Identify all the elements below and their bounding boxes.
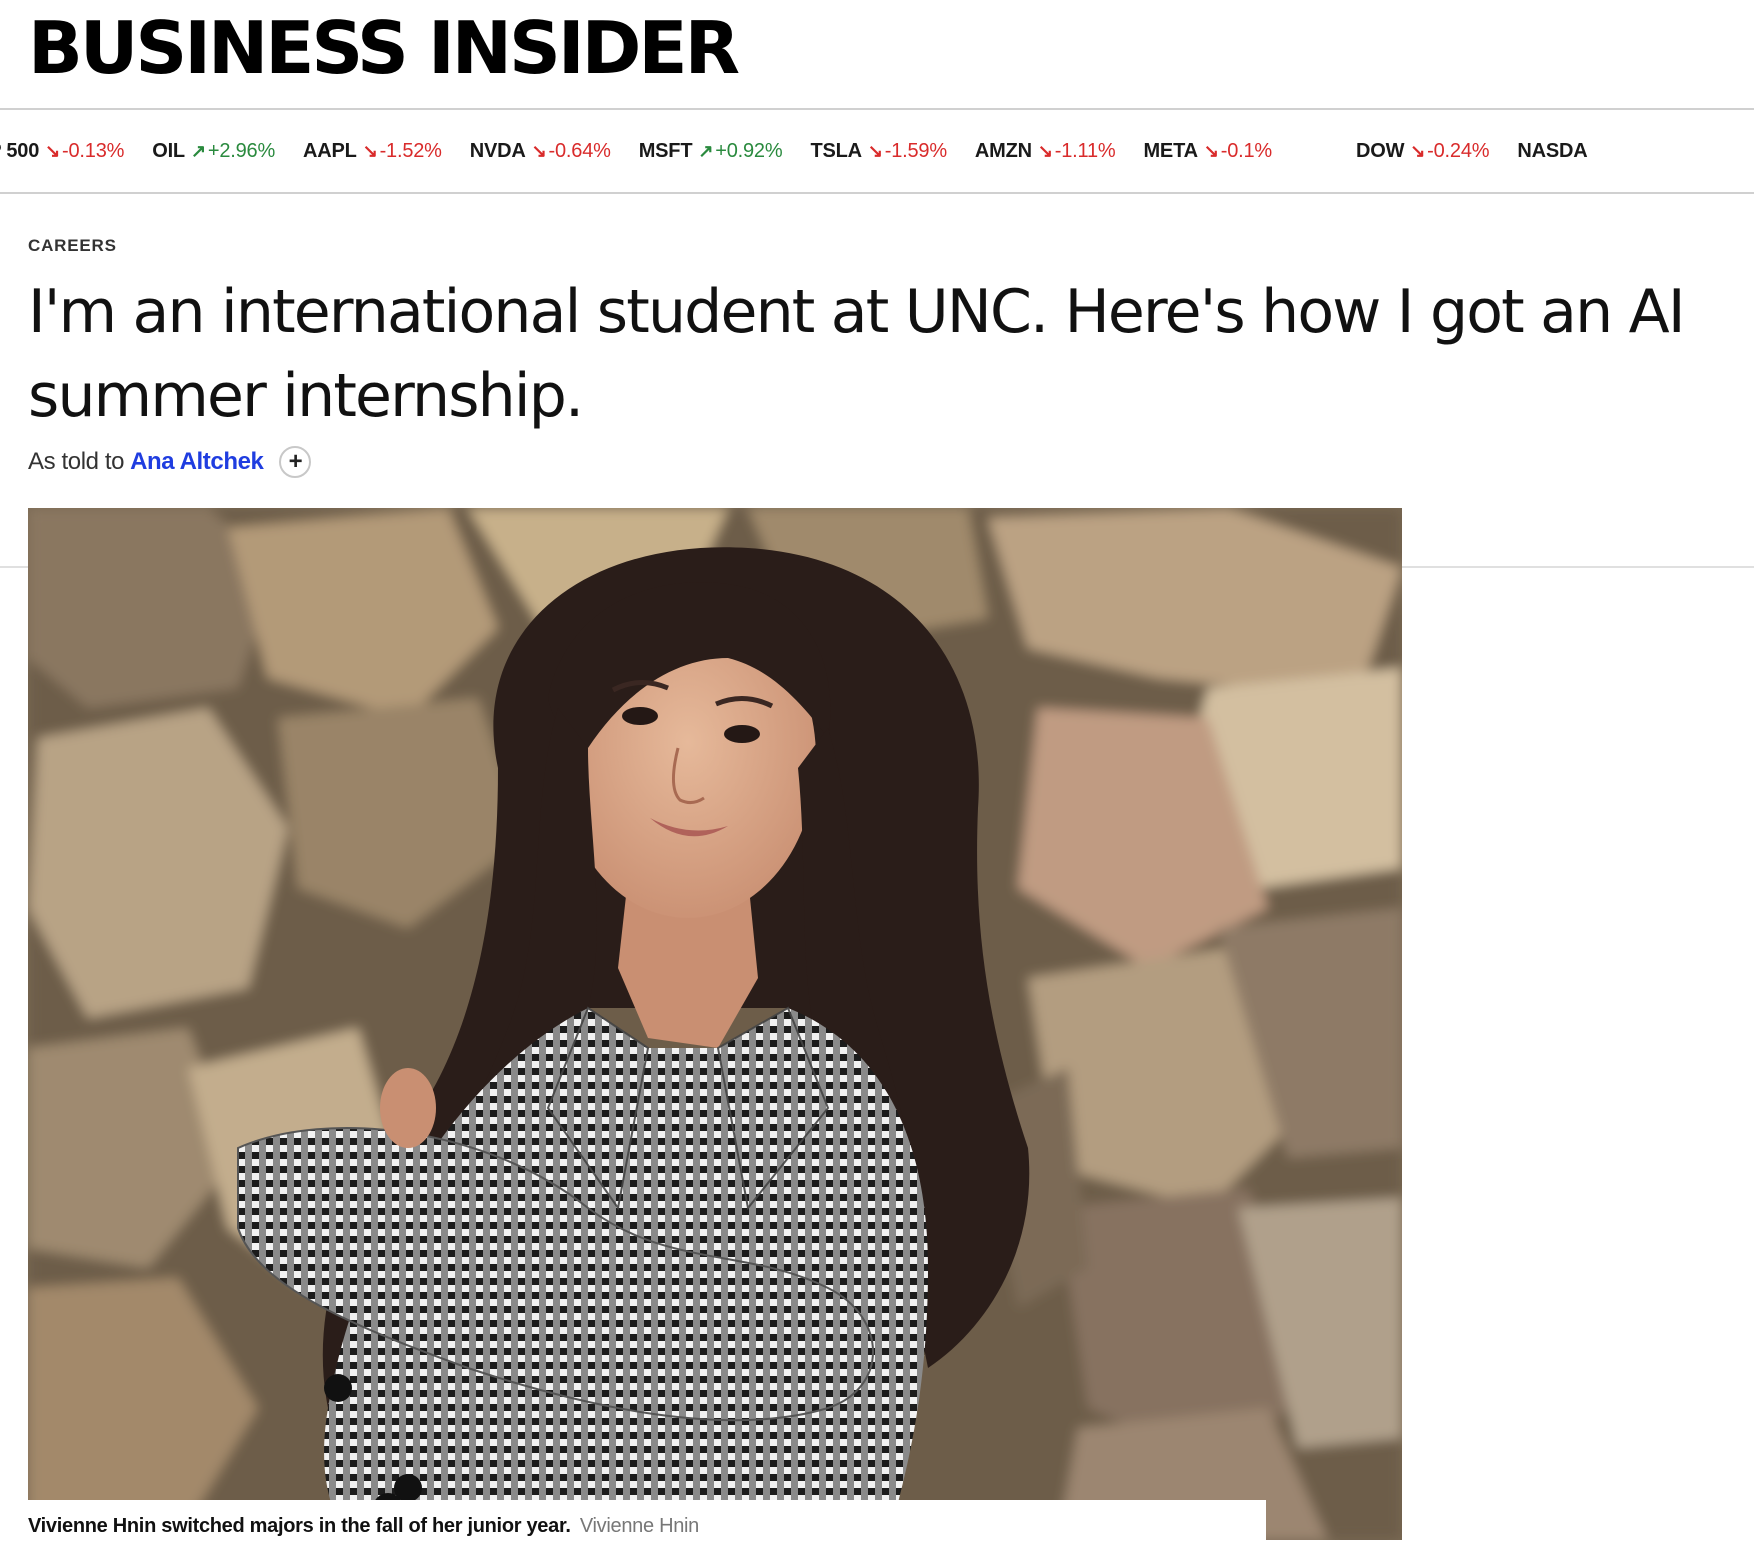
ticker-track: &P 500↘-0.13%OIL↗+2.96%AAPL↘-1.52%NVDA↘-… [0, 140, 1621, 163]
arrow-down-icon: ↘ [45, 141, 61, 161]
section-label-careers[interactable]: CAREERS [28, 236, 117, 256]
ticker-symbol: OIL [152, 140, 185, 162]
arrow-up-icon: ↗ [698, 141, 714, 161]
byline-prefix: As told to [28, 448, 125, 475]
ticker-item[interactable]: DOW ↘ -0.24% [1356, 140, 1490, 163]
arrow-up-icon: ↗ [190, 141, 206, 161]
ticker-change: -0.1% [1220, 140, 1272, 162]
ticker-change: -0.64% [548, 140, 611, 162]
ticker-symbol: DOW [1356, 140, 1405, 162]
ticker-item[interactable]: &P 500↘-0.13% [0, 140, 124, 163]
ticker-item[interactable]: AAPL ↘ -1.52% [303, 140, 442, 163]
ticker-symbol: AAPL [303, 140, 357, 162]
ticker-divider [0, 192, 1754, 194]
ticker-item[interactable]: NVDA ↘ -0.64% [470, 140, 611, 163]
ticker-symbol: &P 500 [0, 140, 40, 162]
arrow-down-icon: ↘ [1203, 141, 1219, 161]
plus-icon[interactable]: + [279, 446, 312, 478]
ticker-item[interactable]: AMZN ↘ -1.11% [975, 140, 1116, 163]
stock-ticker: &P 500↘-0.13%OIL↗+2.96%AAPL↘-1.52%NVDA↘-… [0, 110, 1754, 192]
page: BUSINESS INSIDER &P 500↘-0.13%OIL↗+2.96%… [0, 0, 1754, 1550]
ticker-symbol: MSFT [638, 140, 693, 162]
business-insider-logo[interactable]: BUSINESS INSIDER [28, 12, 740, 84]
ticker-item[interactable]: MSFT ↗ +0.92% [639, 140, 783, 163]
ticker-symbol: NVDA [469, 140, 526, 162]
article-headline: I'm an international student at UNC. Her… [28, 277, 1686, 431]
photo-caption: Vivienne Hnin switched majors in the fal… [28, 1515, 699, 1538]
ticker-change: -1.11% [1054, 140, 1116, 162]
arrow-down-icon: ↘ [867, 141, 883, 161]
ticker-item[interactable]: TSLA ↘ -1.59% [810, 140, 947, 163]
ticker-change: -1.59% [884, 140, 947, 162]
arrow-down-icon: ↘ [1037, 141, 1053, 161]
arrow-down-icon: ↘ [1410, 141, 1426, 161]
ticker-symbol: AMZN [974, 140, 1032, 162]
ticker-symbol: TSLA [810, 140, 862, 162]
hero-photo [28, 508, 1402, 1540]
byline: As told to Ana Altchek + [28, 446, 312, 478]
ticker-change: +0.92% [715, 140, 783, 162]
ticker-change: -0.13% [62, 140, 125, 162]
author-link[interactable]: Ana Altchek [130, 448, 264, 476]
hero-photo-illustration [28, 508, 1402, 1540]
ticker-item[interactable]: META ↘ -0.1% [1143, 140, 1272, 163]
ticker-symbol: META [1143, 140, 1198, 162]
caption-credit: Vivienne Hnin [579, 1515, 700, 1537]
ticker-change: -1.52% [379, 140, 442, 162]
arrow-down-icon: ↘ [362, 141, 378, 161]
ticker-change: +2.96% [207, 140, 276, 162]
ticker-change: -0.24% [1427, 140, 1490, 162]
ticker-item[interactable]: NASDA [1517, 140, 1593, 163]
caption-text: Vivienne Hnin switched majors in the fal… [28, 1515, 571, 1537]
arrow-down-icon: ↘ [531, 141, 547, 161]
ticker-item[interactable]: OIL ↗ +2.96% [152, 140, 275, 163]
ticker-symbol: NASDA [1517, 140, 1588, 162]
